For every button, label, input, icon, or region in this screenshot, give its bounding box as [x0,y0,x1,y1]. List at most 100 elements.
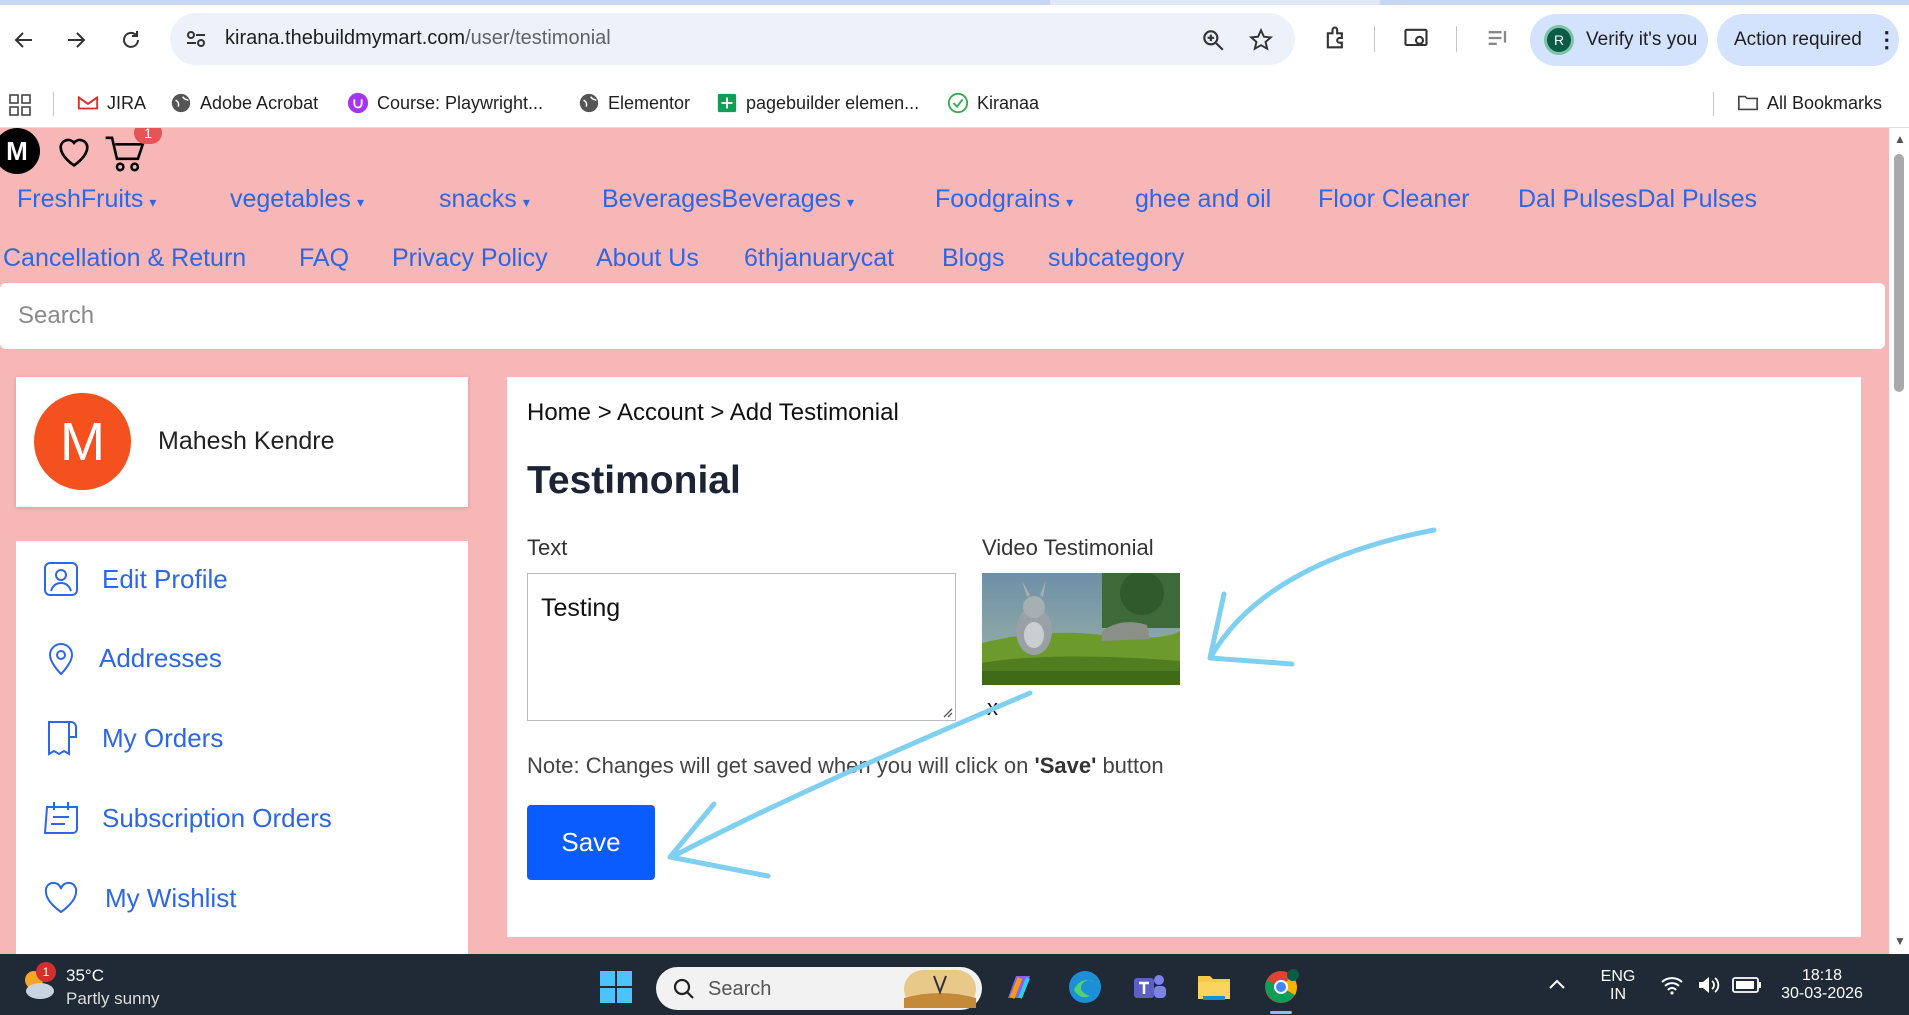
testimonial-card: Home > Account > Add Testimonial Testimo… [507,377,1861,937]
nav-vegetables[interactable]: vegetables ▾ [230,185,364,214]
remove-video-button[interactable]: x [987,695,998,721]
testimonial-text-area[interactable]: Testing [527,573,956,721]
bookmark-adobe-acrobat[interactable]: Adobe Acrobat [170,92,318,114]
page-viewport: M 1 FreshFruits ▾ vegetables ▾ snacks ▾ Bev… [0,128,1889,954]
site-logo[interactable]: M [0,128,40,174]
profile-card: M Mahesh Kendre [16,377,468,507]
nav-about-us[interactable]: About Us [596,244,699,273]
chevron-up-icon[interactable] [1547,976,1567,992]
nav-blogs[interactable]: Blogs [942,244,1005,273]
nav-snacks[interactable]: snacks ▾ [439,185,530,214]
sidebar-item-my-orders[interactable]: My Orders [16,713,468,763]
nav-beverages[interactable]: BeveragesBeverages ▾ [602,185,854,214]
teams-icon[interactable] [1130,968,1168,1006]
copilot-icon[interactable] [1000,968,1038,1006]
site-settings-icon[interactable] [184,27,208,51]
cart-count-badge: 1 [134,128,162,144]
nav-6thjanuarycat[interactable]: 6thjanuarycat [744,244,894,273]
forward-button[interactable] [56,20,96,60]
video-preview-image [982,573,1180,685]
wifi-icon[interactable] [1660,974,1684,996]
windows-taskbar: 1 35°C Partly sunny Search ENG IN 18:18 30… [0,954,1909,1015]
nav-freshfruits[interactable]: FreshFruits ▾ [17,185,156,214]
sidebar-item-subscription-orders[interactable]: Subscription Orders [16,793,468,843]
scrollbar-thumb[interactable] [1894,154,1904,392]
more-options-icon[interactable]: ⋮ [1876,27,1898,53]
active-app-indicator [1270,1011,1292,1014]
nav-privacy-policy[interactable]: Privacy Policy [392,244,548,273]
page-scrollbar[interactable]: ▲ ▼ [1889,128,1909,954]
video-field-label: Video Testimonial [982,535,1154,560]
weather-description[interactable]: Partly sunny [66,989,160,1009]
sidebar-item-edit-profile[interactable]: Edit Profile [16,554,468,604]
nav-subcategory[interactable]: subcategory [1048,244,1184,273]
gmail-icon [77,95,99,110]
bookmark-jira[interactable]: JIRA [77,92,146,114]
file-explorer-icon[interactable] [1195,968,1233,1006]
reload-button[interactable] [111,20,151,60]
save-button[interactable]: Save [527,805,655,880]
video-thumbnail[interactable] [982,573,1180,685]
caret-down-icon: ▾ [522,194,530,210]
text-field-label: Text [527,535,568,560]
chrome-icon[interactable] [1262,968,1300,1006]
scroll-down-icon[interactable]: ▼ [1894,934,1906,948]
avatar: M [34,393,131,490]
battery-icon[interactable] [1732,976,1762,994]
bookmark-course-playwright[interactable]: Course: Playwright... [347,92,543,114]
sidebar-item-my-wishlist[interactable]: My Wishlist [16,873,468,923]
resize-grip-icon[interactable] [941,706,953,718]
bookmark-elementor[interactable]: Elementor [578,92,690,114]
edge-browser-icon[interactable] [1066,968,1104,1006]
wishlist-heart-icon[interactable] [54,132,94,172]
apps-grid-icon[interactable] [9,94,31,116]
breadcrumb: Home > Account > Add Testimonial [527,399,899,426]
globe-icon [171,93,191,113]
sheets-icon [717,93,737,113]
toolbar-separator [1456,26,1457,52]
account-avatar: R [1544,25,1574,55]
bookmarks-separator [53,92,54,116]
bookmark-star-icon[interactable] [1248,27,1274,53]
clock[interactable]: 18:18 30-03-2026 [1762,967,1882,1003]
scroll-up-icon[interactable]: ▲ [1894,132,1906,146]
windows-start-icon[interactable] [597,968,635,1006]
verify-identity-button[interactable]: R Verify it's you [1530,14,1708,66]
zoom-icon[interactable] [1200,27,1226,53]
nav-floor-cleaner[interactable]: Floor Cleaner [1318,185,1469,214]
volume-icon[interactable] [1696,974,1720,996]
bookmark-kiranaa[interactable]: Kiranaa [947,92,1039,114]
extensions-icon[interactable] [1320,24,1352,56]
nav-cancellation-return[interactable]: Cancellation & Return [3,244,246,273]
profile-name: Mahesh Kendre [158,427,335,455]
testimonial-text-value: Testing [541,594,621,622]
nav-foodgrains[interactable]: Foodgrains ▾ [935,185,1073,214]
tab-strip [0,0,1909,5]
reload-icon [123,31,139,48]
action-required-button[interactable]: Action required ⋮ [1717,14,1899,66]
inactive-tab[interactable] [1380,0,1909,5]
media-control-icon[interactable] [1482,24,1514,56]
taskbar-search[interactable]: Search [656,967,982,1010]
address-bar[interactable]: kirana.thebuildmymart.com/user/testimoni… [170,13,1295,65]
nav-faq[interactable]: FAQ [299,244,349,273]
weather-temperature[interactable]: 35°C [66,966,104,986]
tab-search-icon[interactable] [1400,24,1432,56]
back-button[interactable] [4,20,44,60]
sidebar-item-addresses[interactable]: Addresses [16,633,468,683]
active-tab[interactable] [0,0,1050,5]
action-required-label: Action required [1734,29,1862,50]
verify-label: Verify it's you [1586,29,1698,50]
nav-dal-pulses[interactable]: Dal PulsesDal Pulses [1518,185,1757,214]
location-pin-icon [48,643,74,676]
bookmark-pagebuilder[interactable]: pagebuilder elemen... [716,92,919,114]
search-input[interactable] [0,283,1885,349]
caret-down-icon: ▾ [356,194,364,210]
caret-down-icon: ▾ [847,194,855,210]
all-bookmarks-button[interactable]: All Bookmarks [1737,92,1882,114]
url-text: kirana.thebuildmymart.com/user/testimoni… [225,27,611,49]
site-search [0,283,1885,349]
nav-ghee-and-oil[interactable]: ghee and oil [1135,185,1271,214]
language-indicator[interactable]: ENG IN [1598,968,1638,1004]
caret-down-icon: ▾ [1066,194,1074,210]
